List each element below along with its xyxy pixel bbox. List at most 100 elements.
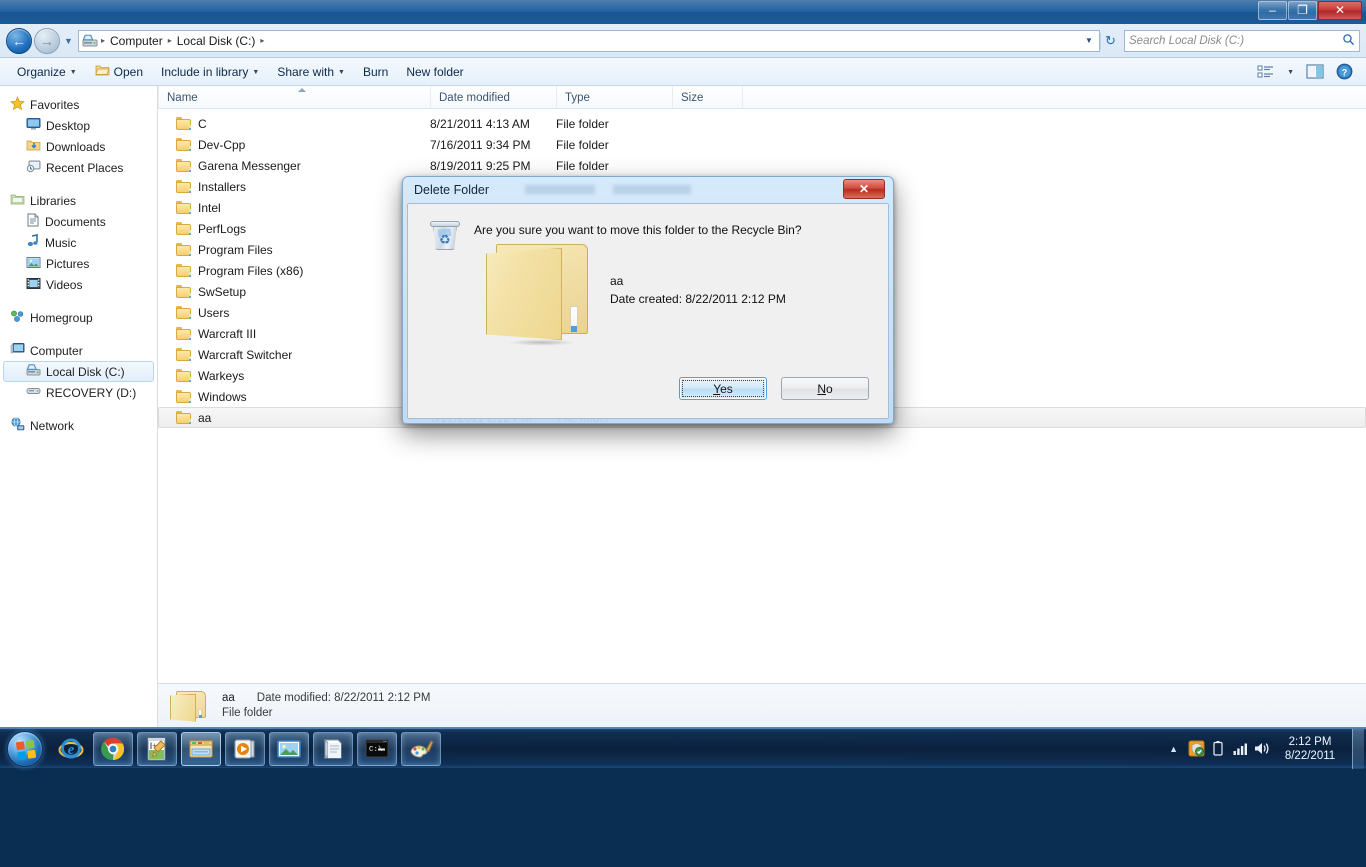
- sidebar-item-local-disk-c[interactable]: Local Disk (C:): [3, 361, 154, 382]
- sidebar-label-recovery-d: RECOVERY (D:): [46, 386, 136, 400]
- navigation-pane: Favorites Desktop Downloads Recent Place…: [0, 86, 158, 727]
- titlebar-blurred-backdrop: [525, 185, 755, 194]
- sidebar-item-downloads[interactable]: Downloads: [0, 136, 157, 157]
- file-row-name-cell: Program Files: [158, 243, 430, 257]
- folder-icon: [176, 306, 192, 320]
- sidebar-group-computer[interactable]: Computer: [0, 340, 157, 361]
- minimize-button[interactable]: –: [1258, 1, 1287, 20]
- view-dropdown-button[interactable]: ▼: [1282, 66, 1299, 77]
- recent-pages-dropdown[interactable]: ▼: [62, 36, 75, 46]
- file-name: Users: [198, 306, 229, 320]
- taskbar-paint[interactable]: [401, 732, 441, 766]
- table-row[interactable]: Garena Messenger8/19/2011 9:25 PMFile fo…: [158, 155, 1366, 176]
- sidebar-item-desktop[interactable]: Desktop: [0, 115, 157, 136]
- show-desktop-button[interactable]: [1352, 729, 1364, 769]
- taskbar-clock[interactable]: 2:12 PM 8/22/2011: [1274, 735, 1346, 763]
- column-header-date-modified[interactable]: Date modified: [430, 86, 556, 108]
- file-name: PerfLogs: [198, 222, 246, 236]
- table-row[interactable]: C8/21/2011 4:13 AMFile folder: [158, 113, 1366, 134]
- file-name: C: [198, 117, 207, 131]
- help-icon[interactable]: ?: [1331, 61, 1358, 82]
- column-header-size[interactable]: Size: [672, 86, 742, 108]
- address-dropdown-button[interactable]: ▼: [1081, 36, 1097, 45]
- sidebar-item-documents[interactable]: Documents: [0, 211, 157, 232]
- column-header-spacer[interactable]: [742, 86, 756, 108]
- volume-icon[interactable]: [1252, 737, 1272, 761]
- desktop-icon: [26, 117, 41, 134]
- start-button[interactable]: [1, 730, 49, 768]
- sidebar-group-libraries[interactable]: Libraries: [0, 190, 157, 211]
- command-include-in-library[interactable]: Include in library ▼: [152, 62, 268, 82]
- search-icon: [1342, 33, 1355, 49]
- maximize-button[interactable]: ❐: [1288, 1, 1317, 20]
- sidebar-group-favorites[interactable]: Favorites: [0, 94, 157, 115]
- back-button[interactable]: ←: [6, 28, 32, 54]
- no-button[interactable]: No: [781, 377, 869, 400]
- folder-icon: [176, 411, 192, 425]
- details-line-primary: aa Date modified: 8/22/2011 2:12 PM: [222, 692, 431, 704]
- downloads-icon: [26, 138, 41, 155]
- battery-icon[interactable]: [1208, 737, 1228, 761]
- sidebar-item-recent-places[interactable]: Recent Places: [0, 157, 157, 178]
- sidebar-label-desktop: Desktop: [46, 119, 90, 133]
- yes-button[interactable]: Yes: [679, 377, 767, 400]
- preview-pane-icon[interactable]: [1301, 62, 1329, 81]
- video-icon: [26, 277, 41, 293]
- view-layout-icon[interactable]: [1252, 63, 1280, 81]
- command-prompt-icon: C:\: [364, 736, 390, 762]
- nav-spacer: [0, 178, 157, 190]
- command-burn[interactable]: Burn: [354, 62, 397, 82]
- command-share-with[interactable]: Share with ▼: [268, 62, 354, 82]
- refresh-button[interactable]: ↻: [1100, 33, 1120, 49]
- window-titlebar: – ❐ ✕: [0, 0, 1366, 24]
- music-note-icon: [26, 234, 40, 251]
- command-organize-label: Organize: [17, 65, 66, 79]
- file-name: Garena Messenger: [198, 159, 301, 173]
- dialog-close-button[interactable]: ✕: [843, 179, 885, 199]
- close-button[interactable]: ✕: [1318, 1, 1362, 20]
- column-header-type[interactable]: Type: [556, 86, 672, 108]
- sidebar-item-pictures[interactable]: Pictures: [0, 253, 157, 274]
- sidebar-group-homegroup[interactable]: Homegroup: [0, 307, 157, 328]
- file-row-name-cell: Garena Messenger: [158, 159, 430, 173]
- command-bar: Organize ▼ Open Include in library ▼ Sha…: [0, 58, 1366, 86]
- forward-button[interactable]: →: [34, 28, 60, 54]
- network-icon: [10, 417, 25, 434]
- command-bar-right: ▼ ?: [1252, 61, 1358, 82]
- network-signal-icon[interactable]: [1230, 737, 1250, 761]
- taskbar-dev-cpp[interactable]: ‖++: [137, 732, 177, 766]
- command-new-folder[interactable]: New folder: [397, 62, 472, 82]
- details-date-group: Date modified: 8/22/2011 2:12 PM: [257, 692, 431, 704]
- command-organize[interactable]: Organize ▼: [8, 62, 86, 82]
- file-name: Dev-Cpp: [198, 138, 245, 152]
- taskbar-google-chrome[interactable]: [93, 732, 133, 766]
- windows-explorer-icon: [188, 736, 214, 762]
- file-date-modified: 8/21/2011 4:13 AM: [430, 117, 556, 131]
- show-hidden-icons-button[interactable]: ▲: [1163, 744, 1184, 754]
- search-input[interactable]: Search Local Disk (C:): [1124, 30, 1360, 52]
- sidebar-item-music[interactable]: Music: [0, 232, 157, 253]
- sidebar-item-videos[interactable]: Videos: [0, 274, 157, 295]
- sidebar-group-network[interactable]: Network: [0, 415, 157, 436]
- file-name: Intel: [198, 201, 221, 215]
- sidebar-label-network: Network: [30, 419, 74, 433]
- security-shield-icon[interactable]: [1186, 737, 1206, 761]
- taskbar-internet-explorer[interactable]: e: [53, 732, 89, 766]
- breadcrumb-separator-2[interactable]: ▸: [259, 36, 265, 45]
- column-header-name[interactable]: Name: [158, 86, 430, 108]
- taskbar-command-prompt[interactable]: C:\: [357, 732, 397, 766]
- taskbar-media-player[interactable]: [225, 732, 265, 766]
- address-bar[interactable]: ▸ Computer ▸ Local Disk (C:) ▸ ▼: [78, 30, 1100, 52]
- taskbar-windows-explorer[interactable]: [181, 732, 221, 766]
- file-name: Program Files (x86): [198, 264, 303, 278]
- folder-icon: [176, 369, 192, 383]
- details-pane: aa Date modified: 8/22/2011 2:12 PM File…: [158, 683, 1366, 727]
- taskbar-notepad[interactable]: [313, 732, 353, 766]
- command-open[interactable]: Open: [86, 60, 152, 83]
- taskbar-photo-viewer[interactable]: [269, 732, 309, 766]
- sidebar-item-recovery-d[interactable]: RECOVERY (D:): [0, 382, 157, 403]
- folder-icon: [170, 689, 208, 723]
- table-row[interactable]: Dev-Cpp7/16/2011 9:34 PMFile folder: [158, 134, 1366, 155]
- breadcrumb-local-disk[interactable]: Local Disk (C:): [173, 34, 260, 48]
- breadcrumb-computer[interactable]: Computer: [106, 34, 167, 48]
